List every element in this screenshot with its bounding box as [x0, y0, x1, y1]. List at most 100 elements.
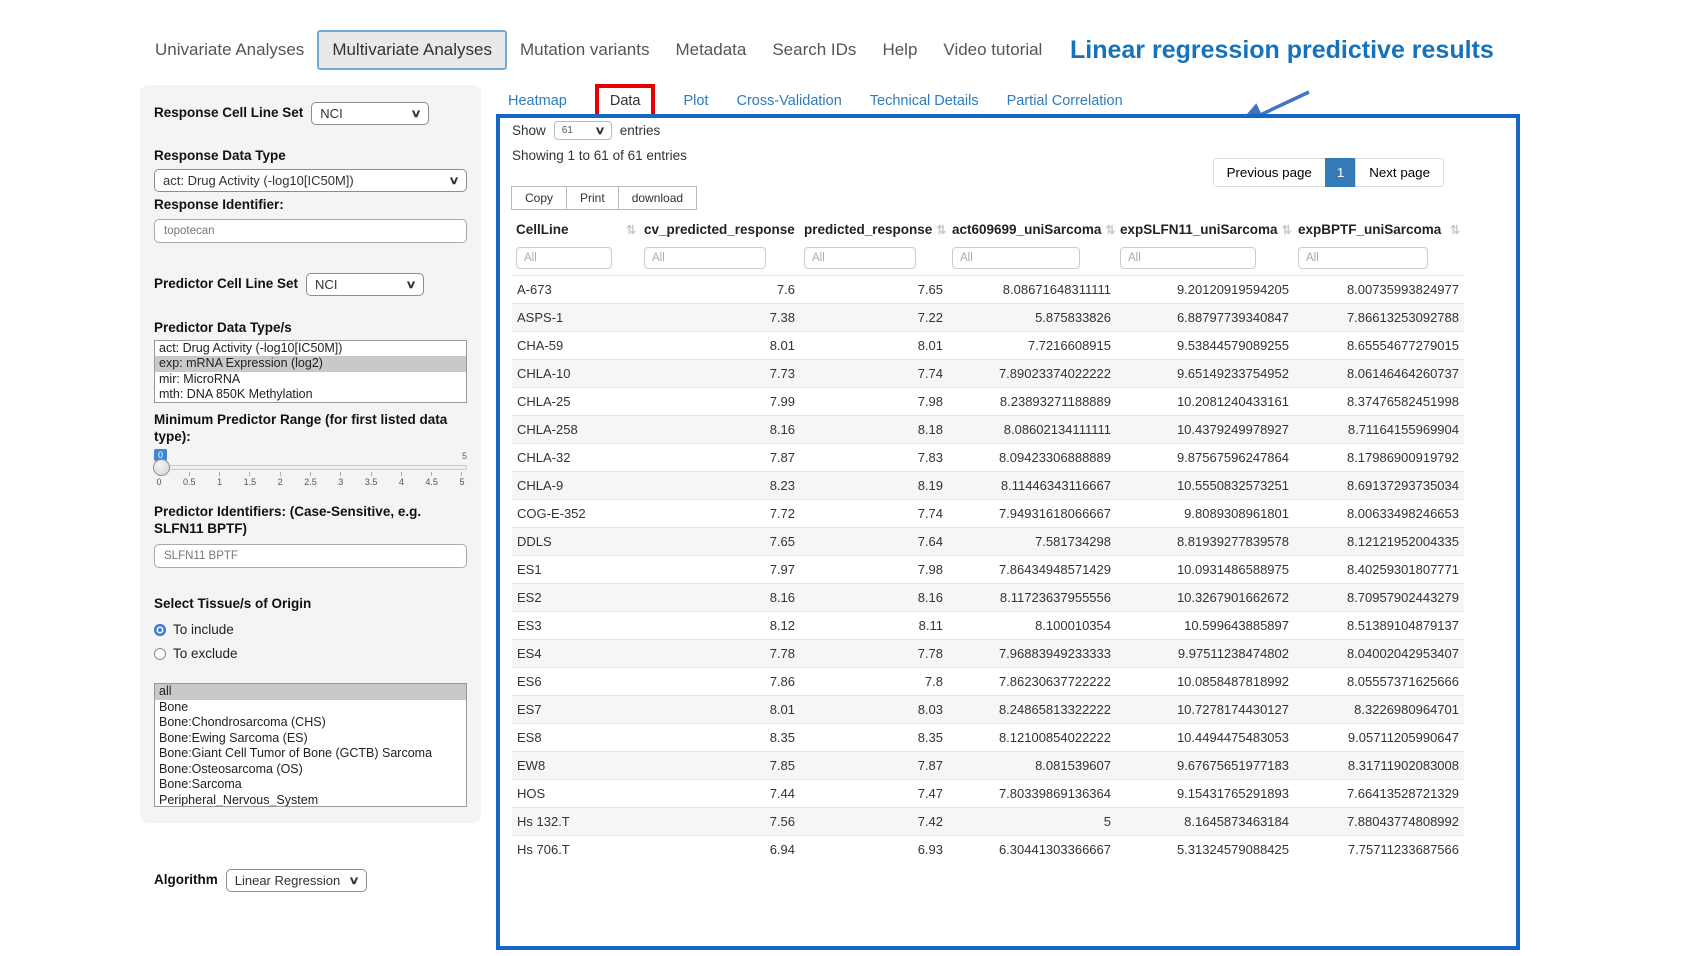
chevron-down-icon: ∨ [411, 107, 422, 120]
result-tab[interactable]: Technical Details [870, 93, 979, 109]
slider-track[interactable] [154, 465, 467, 470]
listbox-option[interactable]: all [155, 684, 466, 700]
radio-button-icon[interactable] [154, 648, 166, 660]
listbox-option[interactable]: Bone:Osteosarcoma (OS) [155, 762, 466, 778]
predictor-identifiers-label: Predictor Identifiers: (Case-Sensitive, … [154, 504, 467, 538]
response-cell-line-set-select[interactable]: NCI∨ [311, 102, 429, 125]
act609699-cell: 8.081539607 [948, 752, 1116, 780]
result-tab[interactable]: Data [595, 84, 656, 118]
cell-line-cell: ES4 [512, 640, 640, 668]
cv-predicted-response-cell: 8.01 [640, 332, 800, 360]
export-button[interactable]: Print [566, 186, 619, 210]
expslfn11-cell: 9.67675651977183 [1116, 752, 1294, 780]
cell-line-cell: HOS [512, 780, 640, 808]
predicted-response-cell: 8.18 [800, 416, 948, 444]
column-filter-input[interactable] [1298, 247, 1428, 269]
act609699-cell: 8.23893271188889 [948, 388, 1116, 416]
nav-item[interactable]: Metadata [662, 32, 759, 68]
expslfn11-cell: 10.0931486588975 [1116, 556, 1294, 584]
result-tab[interactable]: Plot [683, 93, 708, 109]
column-filter-input[interactable] [952, 247, 1080, 269]
listbox-option[interactable]: Peripheral_Nervous_System [155, 793, 466, 808]
expslfn11-cell: 10.7278174430127 [1116, 696, 1294, 724]
current-page-button[interactable]: 1 [1325, 158, 1356, 187]
result-tab[interactable]: Heatmap [508, 93, 567, 109]
tissue-listbox[interactable]: allBoneBone:Chondrosarcoma (CHS)Bone:Ewi… [154, 683, 467, 807]
column-filter-input[interactable] [516, 247, 612, 269]
listbox-option[interactable]: Bone:Ewing Sarcoma (ES) [155, 731, 466, 747]
column-header[interactable]: act609699_uniSarcoma⇅ [948, 214, 1116, 244]
listbox-option[interactable]: Bone:Chondrosarcoma (CHS) [155, 715, 466, 731]
nav-item[interactable]: Help [869, 32, 930, 68]
listbox-option[interactable]: Bone [155, 700, 466, 716]
slider-tick: 5 [457, 472, 467, 487]
nav-item[interactable]: Univariate Analyses [142, 32, 317, 68]
expbptf-cell: 8.12121952004335 [1294, 528, 1464, 556]
result-tabs: Heatmap Data Plot Cross-Validation Technical… [508, 84, 1123, 118]
column-header[interactable]: predicted_response⇅ [800, 214, 948, 244]
act609699-cell: 8.11446343116667 [948, 472, 1116, 500]
act609699-cell: 7.96883949233333 [948, 640, 1116, 668]
listbox-option[interactable]: mir: MicroRNA [155, 372, 466, 388]
cell-line-cell: ES8 [512, 724, 640, 752]
cell-line-cell: COG-E-352 [512, 500, 640, 528]
previous-page-button[interactable]: Previous page [1213, 158, 1326, 187]
listbox-option[interactable]: Bone:Sarcoma [155, 777, 466, 793]
min-predictor-range-slider[interactable]: 0 5 00.511.522.533.544.55 [154, 449, 467, 487]
expbptf-cell: 8.00735993824977 [1294, 276, 1464, 304]
nav-item[interactable]: Multivariate Analyses [317, 30, 507, 70]
radio-button-icon[interactable] [154, 624, 166, 636]
cell-line-cell: CHLA-10 [512, 360, 640, 388]
act609699-cell: 8.100010354 [948, 612, 1116, 640]
cell-line-cell: ASPS-1 [512, 304, 640, 332]
tissue-radio-row[interactable]: To include [154, 622, 467, 637]
expbptf-cell: 8.70957902443279 [1294, 584, 1464, 612]
sort-icon[interactable]: ⇅ [1282, 223, 1292, 237]
next-page-button[interactable]: Next page [1355, 158, 1444, 187]
sort-icon[interactable]: ⇅ [936, 223, 946, 237]
column-header[interactable]: expBPTF_uniSarcoma⇅ [1294, 214, 1464, 244]
expbptf-cell: 8.06146464260737 [1294, 360, 1464, 388]
expbptf-cell: 8.40259301807771 [1294, 556, 1464, 584]
export-button[interactable]: download [618, 186, 697, 210]
sort-icon[interactable]: ⇅ [626, 223, 636, 237]
export-button[interactable]: Copy [511, 186, 567, 210]
predicted-response-cell: 8.19 [800, 472, 948, 500]
nav-item[interactable]: Search IDs [759, 32, 869, 68]
response-data-type-select[interactable]: act: Drug Activity (-log10[IC50M])∨ [154, 169, 467, 192]
predictor-cell-line-set-select[interactable]: NCI∨ [306, 273, 424, 296]
column-header[interactable]: cv_predicted_response⇅ [640, 214, 800, 244]
expbptf-cell: 8.65554677279015 [1294, 332, 1464, 360]
show-entries-select[interactable]: 61∨ [554, 121, 612, 140]
listbox-option[interactable]: Bone:Giant Cell Tumor of Bone (GCTB) Sar… [155, 746, 466, 762]
column-filter-input[interactable] [804, 247, 916, 269]
cell-line-cell: CHLA-9 [512, 472, 640, 500]
result-tab[interactable]: Partial Correlation [1007, 93, 1123, 109]
algorithm-select[interactable]: Linear Regression∨ [226, 869, 368, 892]
column-filter-input[interactable] [644, 247, 766, 269]
result-tab[interactable]: Cross-Validation [736, 93, 841, 109]
listbox-option[interactable]: act: Drug Activity (-log10[IC50M]) [155, 341, 466, 357]
column-header[interactable]: expSLFN11_uniSarcoma⇅ [1116, 214, 1294, 244]
nav-item[interactable]: Video tutorial [930, 32, 1055, 68]
response-identifier-input[interactable] [154, 219, 467, 243]
column-header[interactable]: CellLine⇅ [512, 214, 640, 244]
cv-predicted-response-cell: 7.72 [640, 500, 800, 528]
table-row: ES4 7.78 7.78 7.96883949233333 9.9751123… [512, 640, 1464, 668]
column-filter-input[interactable] [1120, 247, 1256, 269]
listbox-option[interactable]: exp: mRNA Expression (log2) [155, 356, 466, 372]
slider-tick: 2 [275, 472, 285, 487]
act609699-cell: 7.86230637722222 [948, 668, 1116, 696]
predicted-response-cell: 8.35 [800, 724, 948, 752]
expbptf-cell: 8.00633498246653 [1294, 500, 1464, 528]
expslfn11-cell: 10.0858487818992 [1116, 668, 1294, 696]
tissue-radio-row[interactable]: To exclude [154, 646, 467, 661]
expbptf-cell: 8.37476582451998 [1294, 388, 1464, 416]
sort-icon[interactable]: ⇅ [1105, 223, 1115, 237]
nav-item[interactable]: Mutation variants [507, 32, 662, 68]
predictor-identifiers-input[interactable] [154, 544, 467, 568]
sort-icon[interactable]: ⇅ [799, 223, 800, 237]
predictor-data-types-listbox[interactable]: act: Drug Activity (-log10[IC50M])exp: m… [154, 340, 467, 403]
sort-icon[interactable]: ⇅ [1450, 223, 1460, 237]
listbox-option[interactable]: mth: DNA 850K Methylation [155, 387, 466, 403]
